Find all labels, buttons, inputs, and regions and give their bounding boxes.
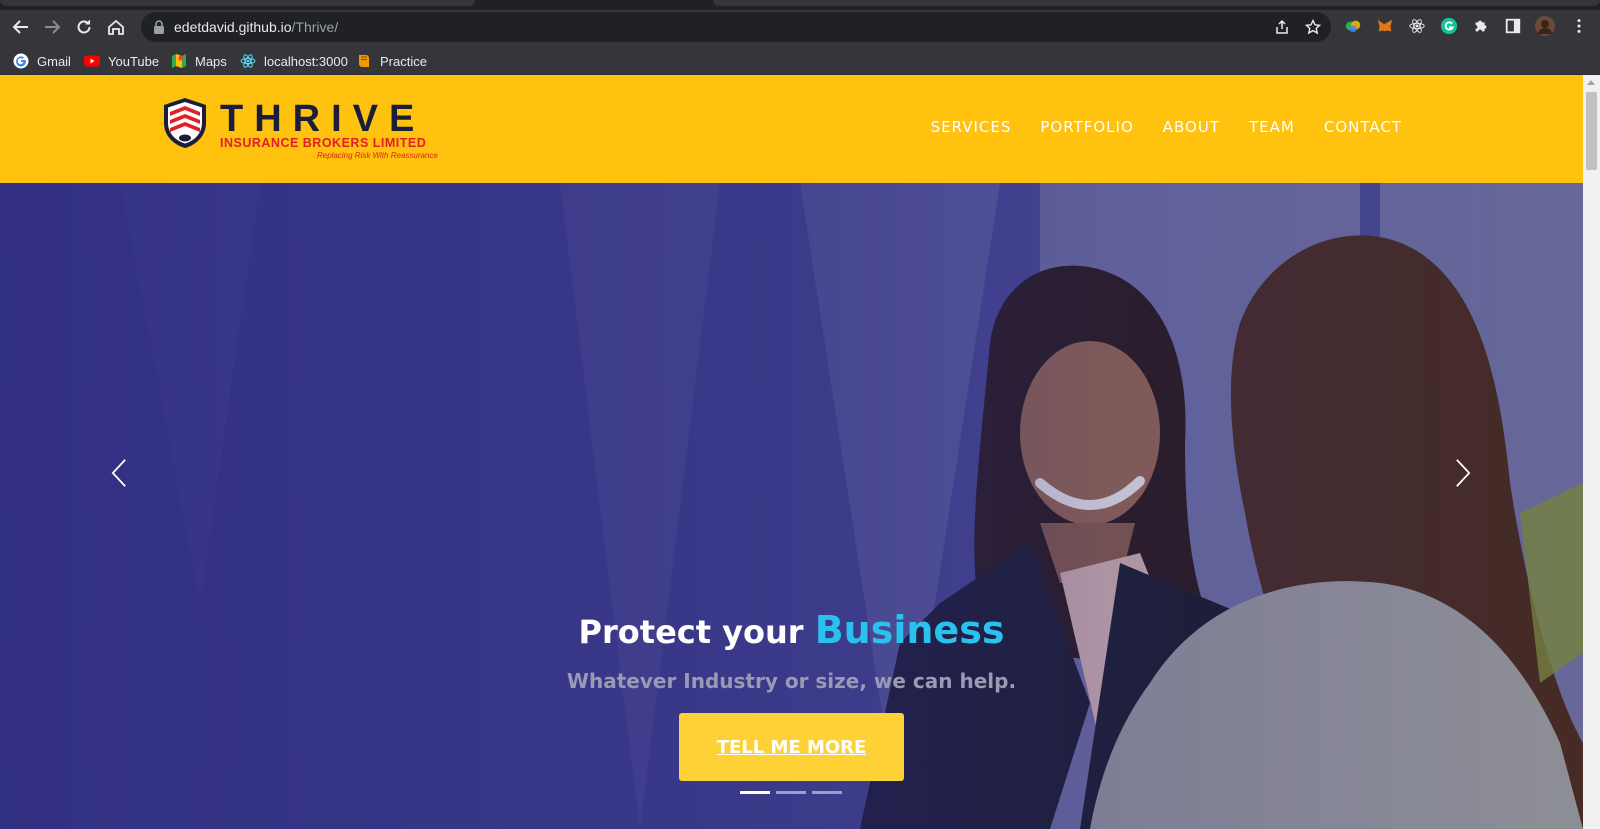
- profile-avatar[interactable]: [1535, 16, 1555, 36]
- nav-link-team[interactable]: TEAM: [1249, 118, 1295, 136]
- scroll-up-arrow-icon[interactable]: [1587, 80, 1595, 85]
- grammarly-icon[interactable]: [1439, 16, 1459, 36]
- logo-subtitle: INSURANCE BROKERS LIMITED: [220, 136, 427, 150]
- back-button[interactable]: [7, 13, 35, 41]
- url-text: edetdavid.github.io/Thrive/: [174, 19, 339, 35]
- thrive-logo[interactable]: THRIVE INSURANCE BROKERS LIMITED Replaci…: [162, 96, 452, 164]
- main-nav: SERVICES PORTFOLIO ABOUT TEAM CONTACT: [931, 118, 1402, 136]
- page-scrollbar[interactable]: [1583, 75, 1600, 829]
- metamask-fox-icon[interactable]: [1375, 16, 1395, 36]
- tab-edge[interactable]: [713, 0, 1600, 6]
- address-bar[interactable]: edetdavid.github.io/Thrive/: [141, 12, 1331, 42]
- carousel-indicators: [740, 791, 842, 794]
- logo-tagline: Replacing Risk With Reassurance: [317, 151, 438, 160]
- home-button[interactable]: [102, 13, 130, 41]
- bookmarks-bar: Gmail YouTube Maps localhost:3000 Practi…: [0, 48, 1600, 75]
- bookmark-localhost[interactable]: localhost:3000: [240, 52, 348, 70]
- logo-wordmark: THRIVE: [220, 98, 426, 140]
- hero-title-prefix: Protect your: [578, 613, 804, 651]
- tab-strip: [0, 0, 1600, 10]
- tell-me-more-button[interactable]: TELL ME MORE: [679, 713, 904, 781]
- reload-button[interactable]: [70, 13, 98, 41]
- hero-subtitle: Whatever Industry or size, we can help.: [566, 669, 1017, 693]
- bookmark-maps[interactable]: Maps: [171, 52, 227, 70]
- home-icon: [108, 19, 124, 35]
- bookmark-youtube[interactable]: YouTube: [84, 52, 159, 70]
- forward-arrow-icon: [45, 20, 61, 34]
- scrollbar-thumb[interactable]: [1586, 92, 1597, 170]
- react-icon: [240, 53, 256, 69]
- reload-icon: [77, 20, 91, 34]
- back-arrow-icon: [12, 20, 28, 34]
- shield-logo-icon: [164, 98, 206, 148]
- bookmark-practice[interactable]: Practice: [356, 52, 427, 70]
- nav-link-about[interactable]: ABOUT: [1163, 118, 1220, 136]
- nav-link-contact[interactable]: CONTACT: [1324, 118, 1402, 136]
- chevron-left-icon: [111, 459, 126, 487]
- maps-icon: [171, 53, 187, 69]
- hero-title: Protect your Business: [0, 608, 1583, 652]
- browser-toolbar: edetdavid.github.io/Thrive/: [0, 10, 1600, 48]
- lock-icon: [154, 20, 164, 34]
- site-header: THRIVE INSURANCE BROKERS LIMITED Replaci…: [0, 75, 1583, 183]
- tab-edge[interactable]: [0, 0, 475, 6]
- share-icon[interactable]: [1274, 19, 1290, 35]
- nav-link-services[interactable]: SERVICES: [931, 118, 1012, 136]
- browser-menu-icon[interactable]: [1569, 16, 1589, 36]
- carousel-next-button[interactable]: [1448, 453, 1478, 493]
- side-panel-icon[interactable]: [1503, 16, 1523, 36]
- extension-colorful-icon[interactable]: [1343, 16, 1363, 36]
- carousel-indicator[interactable]: [740, 791, 770, 794]
- hero-title-accent: Business: [814, 608, 1005, 652]
- extensions-puzzle-icon[interactable]: [1471, 16, 1491, 36]
- carousel-prev-button[interactable]: [104, 453, 134, 493]
- bookmark-star-icon[interactable]: [1305, 19, 1321, 35]
- carousel-indicator[interactable]: [812, 791, 842, 794]
- forward-button[interactable]: [38, 13, 66, 41]
- nav-link-portfolio[interactable]: PORTFOLIO: [1040, 118, 1133, 136]
- chevron-right-icon: [1456, 459, 1471, 487]
- google-icon: [13, 53, 29, 69]
- bookmark-gmail[interactable]: Gmail: [13, 52, 71, 70]
- carousel-indicator[interactable]: [776, 791, 806, 794]
- book-icon: [356, 53, 372, 69]
- youtube-icon: [84, 53, 100, 69]
- page-viewport: THRIVE INSURANCE BROKERS LIMITED Replaci…: [0, 75, 1600, 829]
- hero-carousel: Protect your Business Whatever Industry …: [0, 183, 1583, 829]
- react-devtools-icon[interactable]: [1407, 16, 1427, 36]
